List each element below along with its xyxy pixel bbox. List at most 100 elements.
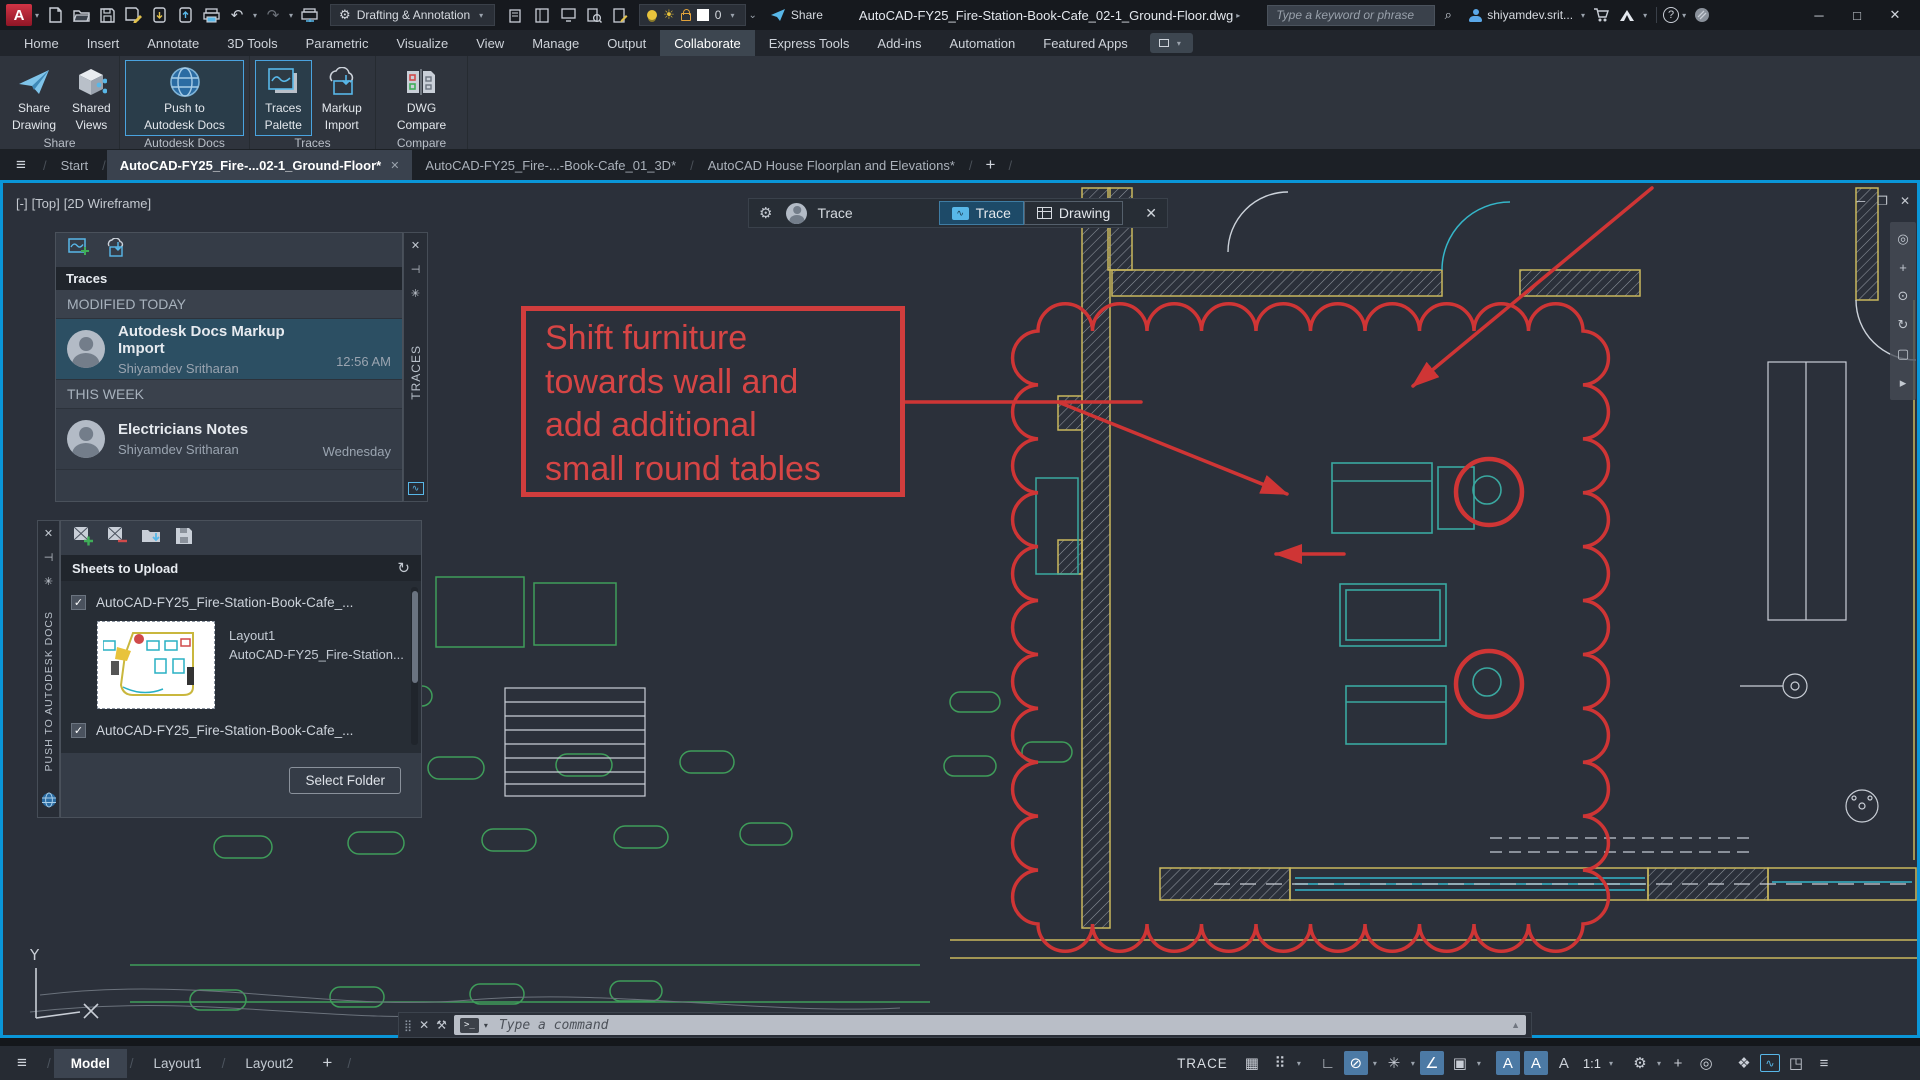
snap-icon[interactable]: ⠿ xyxy=(1268,1051,1292,1075)
push-palette-close-icon[interactable]: ✕ xyxy=(44,527,53,540)
batch-plot-icon[interactable] xyxy=(296,3,322,27)
redo-icon[interactable]: ↷ xyxy=(260,3,286,27)
customize-plus-icon[interactable]: + xyxy=(1666,1051,1690,1075)
save-icon[interactable] xyxy=(94,3,120,27)
ribbon-tab-3d-tools[interactable]: 3D Tools xyxy=(213,30,291,56)
ribbon-tab-collaborate[interactable]: Collaborate xyxy=(660,30,755,56)
command-customize-icon[interactable]: ⚒ xyxy=(436,1018,447,1032)
sheet-checkbox[interactable]: ✓ xyxy=(71,595,86,610)
dwg-close-icon[interactable]: ✕ xyxy=(1900,194,1910,208)
osnap-icon[interactable]: ▣ xyxy=(1448,1051,1472,1075)
traces-palette-tab-icon[interactable]: ∿ xyxy=(408,482,424,495)
file-tab-autocad-house-floorplan-and-el[interactable]: AutoCAD House Floorplan and Elevations* xyxy=(695,150,968,180)
plot-icon[interactable] xyxy=(198,3,224,27)
window-minimize-button[interactable]: ─ xyxy=(1800,2,1838,28)
redo-caret-icon[interactable]: ▾ xyxy=(286,11,296,20)
trace-list-item-electricians-notes[interactable]: Electricians Notes Shiyamdev Sritharan W… xyxy=(56,409,402,470)
title-expand-icon[interactable]: ▸ xyxy=(1233,11,1243,20)
panel-label-compare[interactable]: Compare xyxy=(376,136,467,150)
annotation-scale-value-caret[interactable]: ▾ xyxy=(1608,1059,1614,1068)
file-tab-start[interactable]: Start xyxy=(48,150,101,180)
ribbon-tab-automation[interactable]: Automation xyxy=(935,30,1029,56)
refresh-icon[interactable]: ↻ xyxy=(397,559,410,577)
isolate-objects-icon[interactable]: ◎ xyxy=(1694,1051,1718,1075)
shared-views-button[interactable]: Shared Views xyxy=(65,60,118,136)
search-input[interactable] xyxy=(1267,5,1435,26)
layout-tab-layout2[interactable]: Layout2 xyxy=(228,1049,310,1078)
status-menu-icon[interactable]: ≡ xyxy=(1812,1051,1836,1075)
search-doc-icon[interactable] xyxy=(581,3,607,27)
new-trace-icon[interactable] xyxy=(68,238,90,262)
account-menu[interactable]: shiyamdev.srit... ▾ xyxy=(1469,8,1588,22)
markup-import-button[interactable]: Markup Import xyxy=(314,60,371,136)
add-sheet-icon[interactable] xyxy=(73,526,95,551)
ribbon-tab-express-tools[interactable]: Express Tools xyxy=(755,30,864,56)
undo-icon[interactable]: ↶ xyxy=(224,3,250,27)
app-menu-button[interactable]: A xyxy=(6,4,32,26)
open-file-icon[interactable] xyxy=(68,3,94,27)
command-prompt-icon[interactable]: >_ xyxy=(460,1018,479,1033)
save-to-mobile-icon[interactable] xyxy=(172,3,198,27)
autodesk-logo-icon[interactable] xyxy=(1614,3,1640,27)
markup-import-small-icon[interactable] xyxy=(104,238,128,262)
sheet-row[interactable]: ✓ AutoCAD-FY25_Fire-Station-Book-Cafe_..… xyxy=(71,717,407,743)
command-input[interactable]: >_ ▾ Type a command ▲ xyxy=(454,1015,1526,1035)
new-file-tab-button[interactable]: + xyxy=(974,150,1008,180)
undo-caret-icon[interactable]: ▾ xyxy=(250,11,260,20)
viewport-menu[interactable]: [-] xyxy=(16,196,28,211)
annotate-doc-icon[interactable] xyxy=(607,3,633,27)
ribbon-tab-insert[interactable]: Insert xyxy=(73,30,134,56)
annotation-scale-value[interactable]: 1:1 xyxy=(1580,1051,1604,1075)
ortho-icon[interactable]: ∟ xyxy=(1316,1051,1340,1075)
sheet-set-icon[interactable] xyxy=(503,3,529,27)
command-close-icon[interactable]: ✕ xyxy=(419,1018,429,1032)
layout-menu-icon[interactable]: ≡ xyxy=(0,1053,44,1073)
pan-icon[interactable]: + xyxy=(1899,260,1907,275)
osnap-icon-caret[interactable]: ▾ xyxy=(1476,1059,1482,1068)
push-palette-properties-icon[interactable]: ✳ xyxy=(44,575,53,588)
save-as-icon[interactable] xyxy=(120,3,146,27)
ribbon-tab-visualize[interactable]: Visualize xyxy=(382,30,462,56)
ribbon-display-toggle[interactable]: ▾ xyxy=(1150,33,1193,53)
zoom-icon[interactable]: ⊙ xyxy=(1898,288,1909,304)
nav-more-icon[interactable]: ▸ xyxy=(1900,375,1907,391)
traces-palette-button[interactable]: Traces Palette xyxy=(255,60,312,136)
command-recent-caret-icon[interactable]: ▾ xyxy=(484,1021,488,1030)
isometric-drafting-icon[interactable]: ✳ xyxy=(1382,1051,1406,1075)
layout-tab-layout1[interactable]: Layout1 xyxy=(137,1049,219,1078)
trace-status-icon[interactable]: ∿ xyxy=(1760,1054,1780,1072)
app-store-cart-icon[interactable] xyxy=(1588,3,1614,27)
viewport-view-control[interactable]: [Top] xyxy=(32,196,60,211)
annotation-scale-icon[interactable]: A xyxy=(1552,1051,1576,1075)
workspace-gear-icon-caret[interactable]: ▾ xyxy=(1656,1059,1662,1068)
sheet-thumbnail-row[interactable]: Layout1 AutoCAD-FY25_Fire-Station... xyxy=(71,615,407,717)
screen-icon[interactable] xyxy=(555,3,581,27)
open-from-mobile-icon[interactable] xyxy=(146,3,172,27)
push-palette-pin-icon[interactable]: ⊣ xyxy=(44,551,54,564)
grid-icon[interactable]: ▦ xyxy=(1240,1051,1264,1075)
help-icon[interactable]: ? xyxy=(1663,7,1679,23)
fullscreen-icon[interactable]: ◳ xyxy=(1784,1051,1808,1075)
autodesk-caret-icon[interactable]: ▾ xyxy=(1640,11,1650,20)
hardware-accel-icon[interactable]: ❖ xyxy=(1732,1051,1756,1075)
nav-wheel-icon[interactable]: ◎ xyxy=(1897,231,1908,247)
ribbon-tab-manage[interactable]: Manage xyxy=(518,30,593,56)
feedback-icon[interactable] xyxy=(1689,3,1715,27)
sheet-row[interactable]: ✓ AutoCAD-FY25_Fire-Station-Book-Cafe_..… xyxy=(71,589,407,615)
panel-label-share[interactable]: Share xyxy=(0,136,119,150)
navigation-bar[interactable]: ◎ + ⊙ ↻ ▢ ▸ xyxy=(1890,222,1916,400)
window-close-button[interactable]: ✕ xyxy=(1876,2,1914,28)
share-drawing-button[interactable]: Share Drawing xyxy=(5,60,63,136)
layer-selector[interactable]: ☀ 0 ▾ xyxy=(639,4,745,26)
workspace-gear-icon[interactable]: ⚙ xyxy=(1628,1051,1652,1075)
ribbon-tab-parametric[interactable]: Parametric xyxy=(292,30,383,56)
share-button[interactable]: Share xyxy=(770,8,823,22)
new-layout-button[interactable]: + xyxy=(310,1053,344,1073)
snap-icon-caret[interactable]: ▾ xyxy=(1296,1059,1302,1068)
file-tab-autocad-fy25-fire-02-1-ground-[interactable]: AutoCAD-FY25_Fire-...02-1_Ground-Floor*✕ xyxy=(107,150,413,180)
new-file-icon[interactable] xyxy=(42,3,68,27)
view-icon[interactable]: ▢ xyxy=(1897,346,1909,362)
orbit-icon[interactable]: ↻ xyxy=(1898,317,1909,333)
ribbon-tab-annotate[interactable]: Annotate xyxy=(133,30,213,56)
trace-settings-gear-icon[interactable]: ⚙ xyxy=(759,204,772,222)
